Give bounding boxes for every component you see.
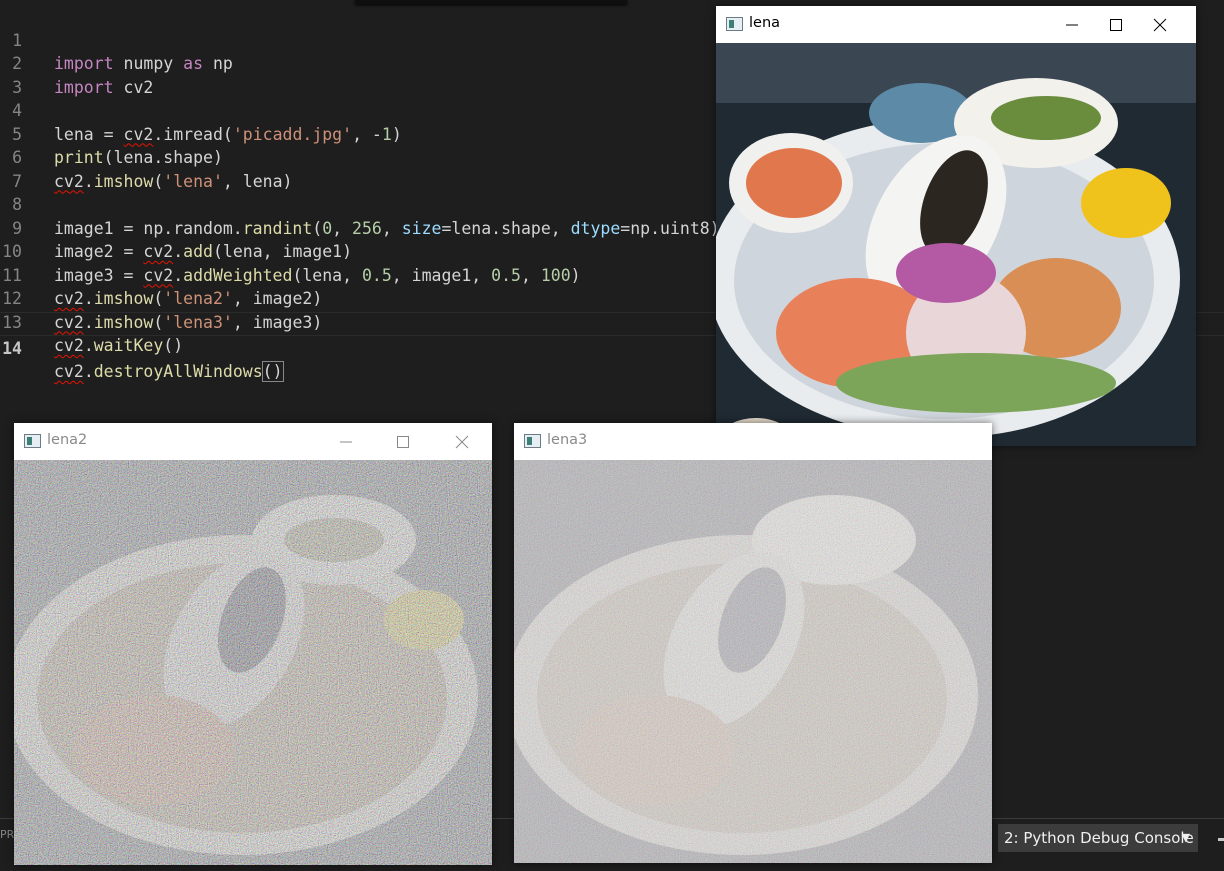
maximize-button[interactable]: [1094, 6, 1138, 43]
noisy-image-add: [14, 460, 492, 865]
maximize-icon: [397, 436, 409, 448]
titlebar[interactable]: lena3: [514, 423, 992, 460]
minimize-button[interactable]: [324, 423, 368, 460]
chevron-down-icon: ▼: [1181, 831, 1190, 844]
editor-top-tab-shadow: [355, 0, 627, 4]
image-canvas: [514, 460, 992, 863]
close-icon: [455, 435, 469, 449]
line-number: 14: [2, 338, 22, 358]
image-canvas: [14, 460, 492, 865]
window-title: lena2: [47, 432, 88, 448]
terminal-selector-dropdown[interactable]: 2: Python Debug Console ▼: [998, 824, 1198, 852]
minimize-button[interactable]: [1050, 6, 1094, 43]
window-lena[interactable]: lena: [716, 6, 1196, 446]
minimize-icon: [1066, 24, 1078, 26]
maximize-button[interactable]: [381, 423, 425, 460]
noisy-image-addweighted: [514, 460, 992, 863]
titlebar[interactable]: lena: [716, 6, 1196, 43]
minimize-icon: [340, 441, 352, 443]
window-title: lena3: [547, 432, 588, 448]
window-lena3[interactable]: lena3: [514, 423, 992, 863]
food-platter-image: [716, 43, 1196, 446]
close-button[interactable]: [1138, 6, 1182, 43]
image-canvas: [716, 43, 1196, 446]
app-icon: [524, 434, 541, 448]
app-icon: [726, 17, 743, 31]
terminal-selector-label: 2: Python Debug Console: [1004, 829, 1194, 847]
app-icon: [24, 434, 41, 448]
window-title: lena: [749, 15, 781, 31]
close-icon: [1153, 18, 1167, 32]
panel-more-icon[interactable]: [1218, 838, 1224, 841]
titlebar[interactable]: lena2: [14, 423, 492, 460]
maximize-icon: [1110, 19, 1122, 31]
close-button[interactable]: [440, 423, 484, 460]
window-lena2[interactable]: lena2: [14, 423, 492, 865]
